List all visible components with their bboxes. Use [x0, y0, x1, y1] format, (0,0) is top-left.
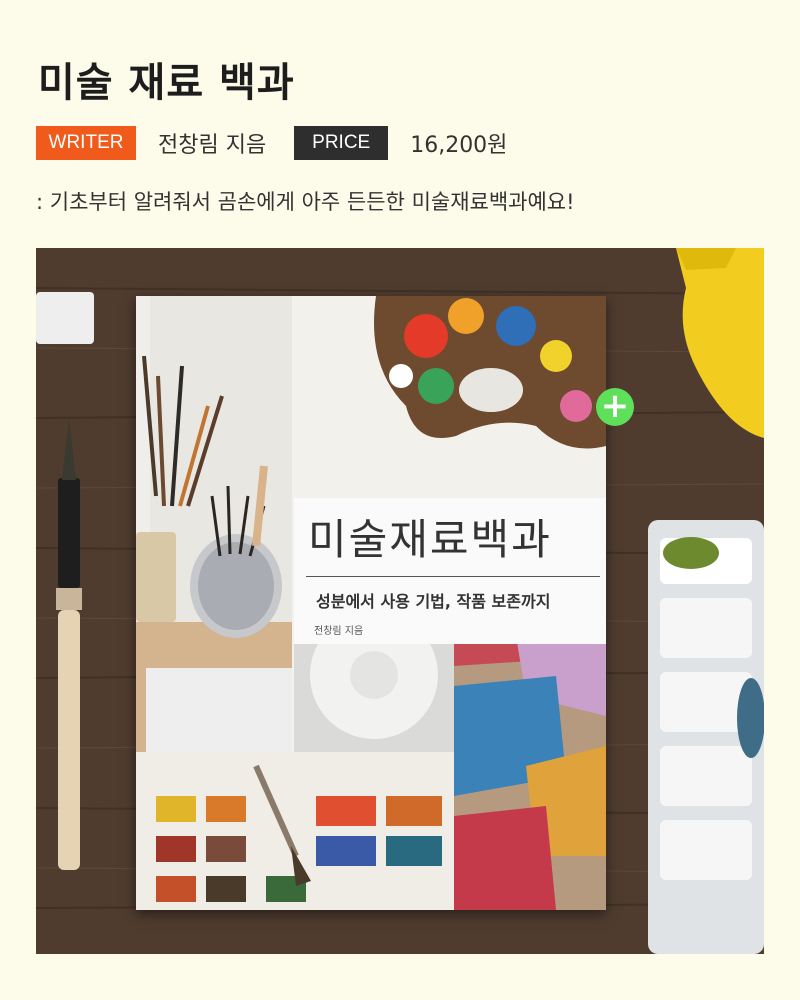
plus-icon[interactable]: + [596, 388, 634, 426]
book-cover-title-box: 미술재료백과 성분에서 사용 기법, 작품 보존까지 전창림 지음 [294, 498, 606, 644]
price-value: 16,200원 [410, 133, 508, 158]
book-photo: 미술재료백과 성분에서 사용 기법, 작품 보존까지 전창림 지음 + [36, 248, 764, 954]
page-title: 미술 재료 백과 [38, 60, 295, 106]
price-tag: PRICE [294, 126, 389, 160]
book-cover-author: 전창림 지음 [314, 626, 364, 637]
book-cover: 미술재료백과 성분에서 사용 기법, 작품 보존까지 전창림 지음 [136, 296, 606, 910]
writer-value: 전창림 지음 [158, 133, 267, 158]
book-meta: WRITER 전창림 지음 PRICE 16,200원 [36, 126, 535, 160]
book-cover-subtitle: 성분에서 사용 기법, 작품 보존까지 [316, 592, 551, 611]
book-cover-divider [306, 576, 600, 577]
writer-tag: WRITER [36, 126, 136, 160]
book-description: : 기초부터 알려줘서 곰손에게 아주 든든한 미술재료백과예요! [36, 190, 575, 214]
book-cover-title: 미술재료백과 [308, 515, 552, 564]
